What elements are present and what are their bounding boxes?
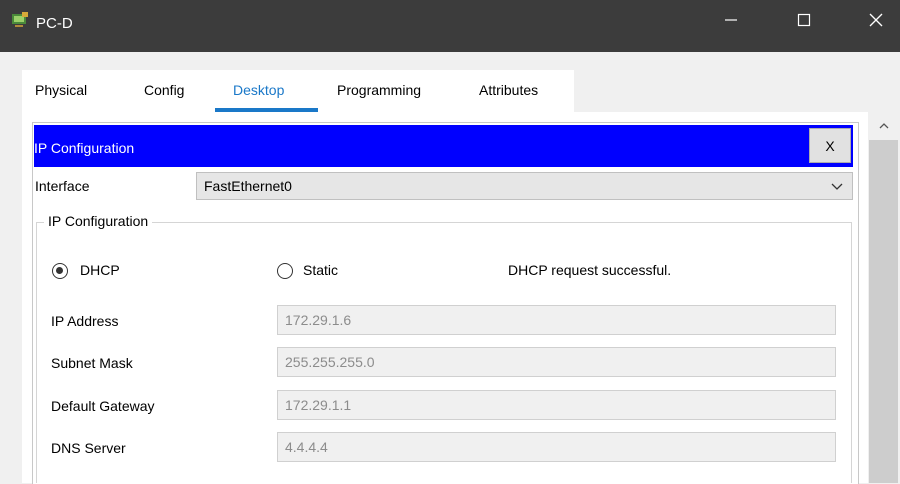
ip-address-field[interactable]: 172.29.1.6 bbox=[277, 305, 836, 335]
tab-config[interactable]: Config bbox=[144, 82, 184, 98]
title-bar: PC-D bbox=[0, 0, 900, 52]
dns-server-label: DNS Server bbox=[51, 440, 126, 456]
tab-attributes[interactable]: Attributes bbox=[479, 82, 538, 98]
scroll-thumb[interactable] bbox=[869, 140, 898, 483]
minimize-button[interactable] bbox=[706, 0, 756, 40]
chevron-down-icon bbox=[831, 183, 843, 190]
ip-config-close-button[interactable]: X bbox=[809, 128, 851, 163]
dhcp-label[interactable]: DHCP bbox=[80, 262, 120, 278]
close-window-button[interactable] bbox=[852, 0, 900, 40]
window-title: PC-D bbox=[36, 15, 73, 32]
tab-programming[interactable]: Programming bbox=[337, 82, 421, 98]
default-gateway-label: Default Gateway bbox=[51, 398, 155, 414]
interface-label: Interface bbox=[35, 178, 90, 194]
scroll-up-button[interactable] bbox=[869, 116, 898, 136]
maximize-icon bbox=[797, 13, 811, 27]
default-gateway-field[interactable]: 172.29.1.1 bbox=[277, 390, 836, 420]
ip-config-header bbox=[34, 125, 853, 167]
dhcp-radio[interactable] bbox=[52, 263, 68, 279]
tab-desktop[interactable]: Desktop bbox=[233, 82, 284, 98]
subnet-mask-field[interactable]: 255.255.255.0 bbox=[277, 347, 836, 377]
interface-select[interactable]: FastEthernet0 bbox=[196, 172, 853, 200]
ip-config-title: IP Configuration bbox=[34, 140, 135, 156]
maximize-button[interactable] bbox=[779, 0, 829, 40]
close-icon bbox=[869, 13, 883, 27]
ip-address-label: IP Address bbox=[51, 313, 119, 329]
scroll-up-icon bbox=[879, 123, 888, 129]
dhcp-status-text: DHCP request successful. bbox=[508, 262, 672, 278]
minimize-icon bbox=[725, 19, 737, 21]
tab-physical[interactable]: Physical bbox=[35, 82, 87, 98]
dns-server-field[interactable]: 4.4.4.4 bbox=[277, 432, 836, 462]
radio-selected-dot bbox=[56, 267, 63, 274]
pc-icon bbox=[12, 12, 28, 27]
subnet-mask-label: Subnet Mask bbox=[51, 355, 133, 371]
static-label[interactable]: Static bbox=[303, 262, 338, 278]
group-legend: IP Configuration bbox=[44, 213, 153, 229]
interface-value: FastEthernet0 bbox=[204, 178, 292, 194]
tab-bar: Physical Config Desktop Programming Attr… bbox=[22, 70, 574, 112]
static-radio[interactable] bbox=[277, 263, 293, 279]
